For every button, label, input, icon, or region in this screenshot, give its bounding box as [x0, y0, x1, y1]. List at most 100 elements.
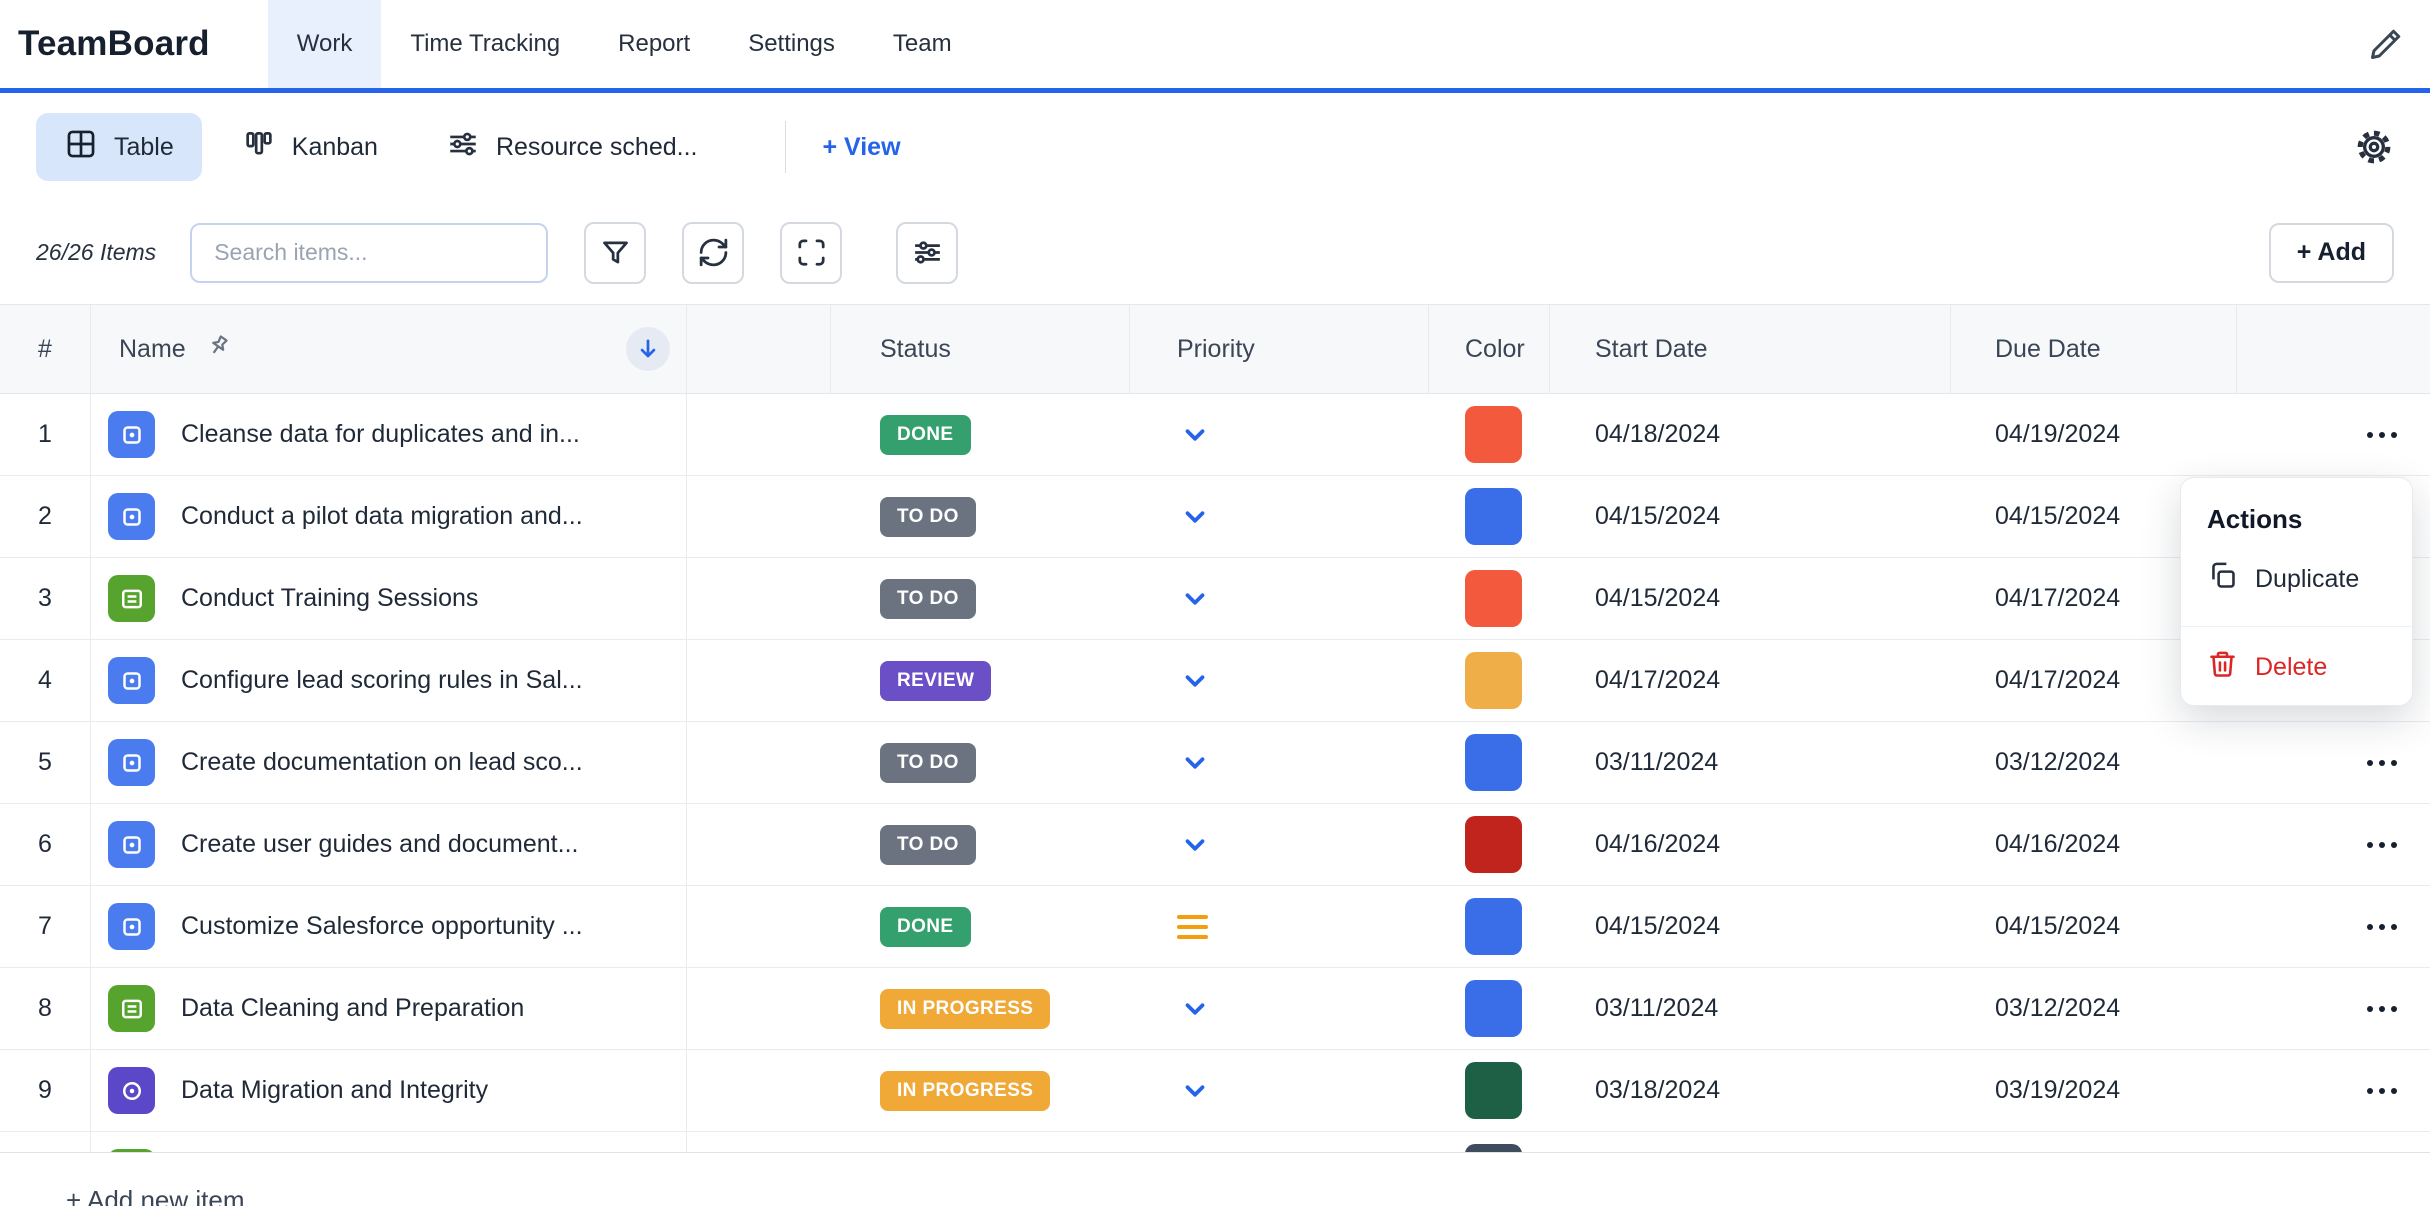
row-actions-button[interactable] [2362, 752, 2402, 774]
priority-cell[interactable] [1130, 886, 1429, 967]
status-badge[interactable]: REVIEW [880, 661, 991, 701]
table-row[interactable]: 7 Customize Salesforce opportunity ... D… [0, 886, 2430, 968]
add-item-button[interactable]: + Add [2269, 223, 2394, 283]
view-tab-resource-schedule[interactable]: Resource sched... [418, 113, 726, 181]
priority-cell[interactable] [1130, 1050, 1429, 1131]
nav-tab-work[interactable]: Work [268, 0, 382, 88]
start-date-cell[interactable]: 03/18/2024 [1550, 1050, 1951, 1131]
menu-item-delete[interactable]: Delete [2181, 626, 2412, 688]
due-date-cell[interactable]: 03/19/2024 [1951, 1050, 2237, 1131]
due-date-cell[interactable] [1951, 1132, 2237, 1153]
status-badge[interactable]: DONE [880, 907, 971, 947]
table-row[interactable]: 3 Conduct Training Sessions TO DO 04/15/… [0, 558, 2430, 640]
status-badge[interactable]: TO DO [880, 743, 976, 783]
color-swatch[interactable] [1465, 898, 1522, 955]
item-name-cell[interactable]: Conduct a pilot data migration and... [91, 476, 687, 557]
due-date-cell[interactable]: 04/16/2024 [1951, 804, 2237, 885]
item-name-cell[interactable]: Data Migration and Integrity [91, 1050, 687, 1131]
gear-icon[interactable] [2354, 127, 2394, 167]
due-date-cell[interactable]: 03/12/2024 [1951, 968, 2237, 1049]
priority-cell[interactable] [1130, 804, 1429, 885]
column-header-status[interactable]: Status [831, 305, 1130, 393]
nav-tab-report[interactable]: Report [589, 0, 719, 88]
priority-cell[interactable] [1130, 1132, 1429, 1153]
start-date-cell[interactable]: 04/15/2024 [1550, 558, 1951, 639]
status-badge[interactable]: TO DO [880, 579, 976, 619]
status-badge[interactable]: DONE [880, 415, 971, 455]
search-input[interactable] [190, 223, 548, 283]
table-row[interactable]: 4 Configure lead scoring rules in Sal...… [0, 640, 2430, 722]
start-date-cell[interactable]: 04/15/2024 [1550, 476, 1951, 557]
priority-cell[interactable] [1130, 394, 1429, 475]
table-row[interactable]: 9 Data Migration and Integrity IN PROGRE… [0, 1050, 2430, 1132]
nav-tab-settings[interactable]: Settings [719, 0, 864, 88]
status-badge[interactable]: TO DO [880, 825, 976, 865]
start-date-cell[interactable] [1550, 1132, 1951, 1153]
item-name-cell[interactable] [91, 1132, 687, 1153]
color-swatch[interactable] [1465, 488, 1522, 545]
item-name-cell[interactable]: Customize Salesforce opportunity ... [91, 886, 687, 967]
item-name-cell[interactable]: Cleanse data for duplicates and in... [91, 394, 687, 475]
due-date-cell[interactable]: 04/19/2024 [1951, 394, 2237, 475]
view-tab-kanban[interactable]: Kanban [214, 113, 406, 181]
table-row[interactable]: 6 Create user guides and document... TO … [0, 804, 2430, 886]
refresh-button[interactable] [682, 222, 744, 284]
color-swatch[interactable] [1465, 406, 1522, 463]
nav-tab-team[interactable]: Team [864, 0, 981, 88]
view-tab-table[interactable]: Table [36, 113, 202, 181]
nav-tab-time-tracking[interactable]: Time Tracking [381, 0, 589, 88]
column-header-due-date[interactable]: Due Date [1951, 305, 2237, 393]
add-view-button[interactable]: + View [822, 133, 900, 162]
start-date-cell[interactable]: 04/15/2024 [1550, 886, 1951, 967]
fullscreen-button[interactable] [780, 222, 842, 284]
sort-descending-icon[interactable] [626, 327, 670, 371]
start-date-cell[interactable]: 03/11/2024 [1550, 968, 1951, 1049]
column-header-start-date[interactable]: Start Date [1550, 305, 1951, 393]
row-actions-button[interactable] [2362, 424, 2402, 446]
start-date-cell[interactable]: 03/11/2024 [1550, 722, 1951, 803]
priority-cell[interactable] [1130, 558, 1429, 639]
column-header-priority[interactable]: Priority [1130, 305, 1429, 393]
color-swatch[interactable] [1465, 980, 1522, 1037]
row-actions-button[interactable] [2362, 1080, 2402, 1102]
column-header-color[interactable]: Color [1429, 305, 1550, 393]
edit-icon[interactable] [2368, 0, 2430, 88]
color-swatch[interactable] [1465, 816, 1522, 873]
row-actions-button[interactable] [2362, 834, 2402, 856]
table-row[interactable]: 10 TO DO [0, 1132, 2430, 1153]
color-swatch[interactable] [1465, 734, 1522, 791]
view-settings-button[interactable] [896, 222, 958, 284]
row-actions-button[interactable] [2362, 916, 2402, 938]
priority-cell[interactable] [1130, 722, 1429, 803]
status-badge[interactable]: IN PROGRESS [880, 989, 1050, 1029]
table-row[interactable]: 5 Create documentation on lead sco... TO… [0, 722, 2430, 804]
color-swatch[interactable] [1465, 652, 1522, 709]
column-header-number[interactable]: # [0, 305, 91, 393]
status-badge[interactable]: IN PROGRESS [880, 1071, 1050, 1111]
table-row[interactable]: 1 Cleanse data for duplicates and in... … [0, 394, 2430, 476]
color-swatch[interactable] [1465, 570, 1522, 627]
column-header-name[interactable]: Name [91, 305, 687, 393]
menu-item-duplicate[interactable]: Duplicate [2181, 554, 2412, 604]
priority-cell[interactable] [1130, 640, 1429, 721]
due-date-cell[interactable]: 04/15/2024 [1951, 886, 2237, 967]
item-name-cell[interactable]: Create documentation on lead sco... [91, 722, 687, 803]
priority-cell[interactable] [1130, 968, 1429, 1049]
start-date-cell[interactable]: 04/17/2024 [1550, 640, 1951, 721]
priority-cell[interactable] [1130, 476, 1429, 557]
color-swatch[interactable] [1465, 1062, 1522, 1119]
filter-button[interactable] [584, 222, 646, 284]
item-name-cell[interactable]: Create user guides and document... [91, 804, 687, 885]
color-swatch[interactable] [1465, 1144, 1522, 1153]
start-date-cell[interactable]: 04/18/2024 [1550, 394, 1951, 475]
item-name-cell[interactable]: Configure lead scoring rules in Sal... [91, 640, 687, 721]
item-name-cell[interactable]: Data Cleaning and Preparation [91, 968, 687, 1049]
table-row[interactable]: 8 Data Cleaning and Preparation IN PROGR… [0, 968, 2430, 1050]
item-name-cell[interactable]: Conduct Training Sessions [91, 558, 687, 639]
status-badge[interactable]: TO DO [880, 497, 976, 537]
due-date-cell[interactable]: 03/12/2024 [1951, 722, 2237, 803]
start-date-cell[interactable]: 04/16/2024 [1550, 804, 1951, 885]
add-new-item-row[interactable]: + Add new item [0, 1153, 2430, 1206]
row-actions-button[interactable] [2362, 998, 2402, 1020]
table-row[interactable]: 2 Conduct a pilot data migration and... … [0, 476, 2430, 558]
